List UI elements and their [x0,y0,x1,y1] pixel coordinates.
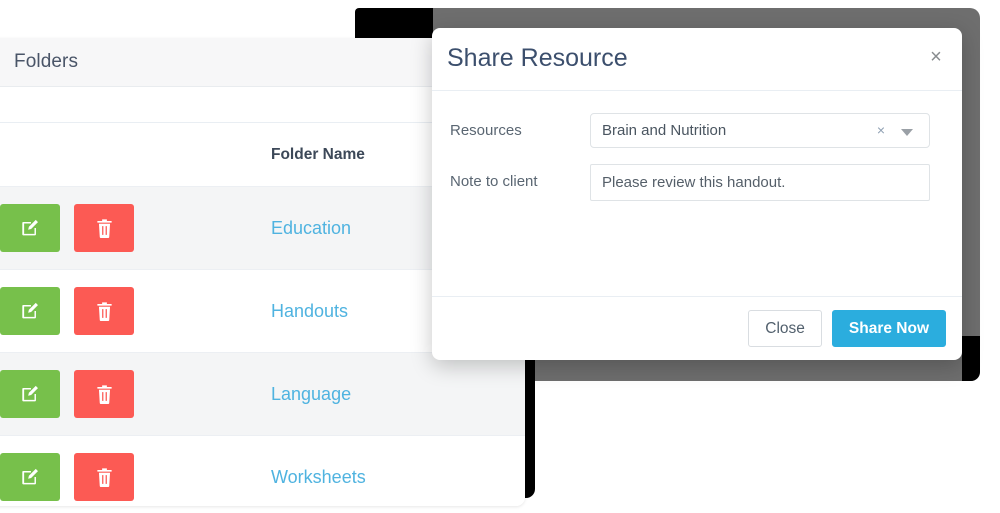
delete-folder-button[interactable] [74,370,135,418]
row-folder-name-cell: Language [271,352,525,436]
folder-name-link[interactable]: Language [271,384,351,404]
screenshot-root: Folders Folder Name Education Handouts L… [0,0,1000,513]
chevron-down-icon[interactable] [901,129,913,136]
note-to-client-label: Note to client [450,173,538,190]
row-actions-cell [0,186,271,270]
resources-selected-value: Brain and Nutrition [602,122,727,139]
edit-folder-button[interactable] [0,370,60,418]
delete-folder-button[interactable] [74,204,135,252]
trash-icon [97,301,112,321]
edit-pencil-square-icon [22,468,38,485]
row-folder-name-cell: Worksheets [271,435,525,506]
edit-pencil-square-icon [22,302,38,319]
close-button[interactable]: Close [748,310,822,347]
table-row: Worksheets [0,435,525,506]
close-icon[interactable]: × [924,45,948,69]
form-row-resources: Resources Brain and Nutrition × [450,113,946,148]
edit-folder-button[interactable] [0,453,60,501]
share-now-button[interactable]: Share Now [831,310,946,347]
resources-label: Resources [450,122,522,139]
resources-select[interactable]: Brain and Nutrition × [590,113,930,148]
edit-pencil-square-icon [22,385,38,402]
delete-folder-button[interactable] [74,287,135,335]
modal-footer: Close Share Now [432,296,962,360]
column-header-actions [0,123,271,187]
trash-icon [97,384,112,404]
form-row-note: Note to client [450,164,946,201]
trash-icon [97,218,112,238]
row-actions-cell [0,435,271,506]
row-actions-cell [0,269,271,353]
folder-name-link[interactable]: Handouts [271,301,348,321]
share-resource-modal: Share Resource × Resources Brain and Nut… [432,28,962,360]
table-row: Language [0,352,525,436]
note-to-client-input[interactable] [590,164,930,201]
delete-folder-button[interactable] [74,453,135,501]
clear-selection-icon[interactable]: × [877,122,885,138]
folder-name-link[interactable]: Education [271,218,351,238]
folder-name-link[interactable]: Worksheets [271,467,366,487]
modal-header: Share Resource × [432,28,962,91]
modal-title: Share Resource [447,44,628,72]
trash-icon [97,467,112,487]
backdrop-black-edge [962,336,980,381]
row-actions-cell [0,352,271,436]
page-title: Folders [14,51,79,72]
edit-folder-button[interactable] [0,287,60,335]
edit-folder-button[interactable] [0,204,60,252]
modal-body: Resources Brain and Nutrition × Note to … [432,91,962,296]
edit-pencil-square-icon [22,219,38,236]
